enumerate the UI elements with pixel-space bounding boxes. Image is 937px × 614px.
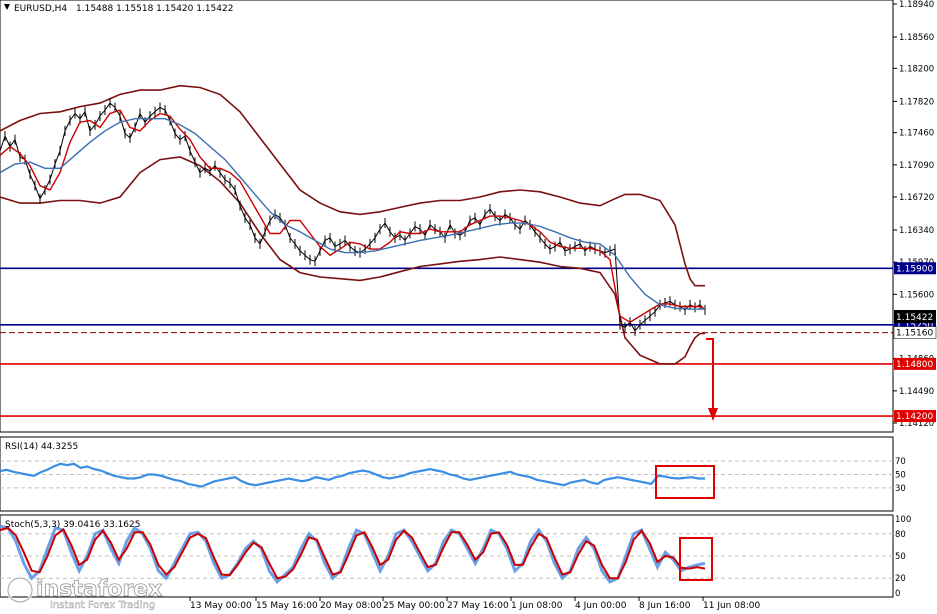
current-price-label: 1.15422 <box>896 313 933 323</box>
time-tick-label: 4 Jun 00:00 <box>575 601 627 611</box>
price-tick-label: 1.16340 <box>899 226 934 236</box>
time-tick-label: 8 Jun 16:00 <box>639 601 691 611</box>
stoch-tick-label: 20 <box>895 574 906 584</box>
price-tick-label: 1.18940 <box>899 0 934 10</box>
price-tick-label: 1.18200 <box>899 64 934 74</box>
time-axis: 13 May 00:00 15 May 16:00 20 May 08:00 25 M… <box>189 597 760 611</box>
time-tick-label: 13 May 00:00 <box>190 601 252 611</box>
ohlc-label: 1.15488 1.15518 1.15420 1.15422 <box>76 4 233 14</box>
main-panel <box>0 0 894 433</box>
level-tags: 1.159001.152501.151601.148001.14200 <box>893 262 937 423</box>
stoch-tick-label: 50 <box>895 552 906 562</box>
price-tick-label: 1.14490 <box>899 387 934 397</box>
time-tick-label: 25 May 00:00 <box>383 601 445 611</box>
level-tag-label: 1.15900 <box>896 264 933 274</box>
chart-root: 1.18940 1.18560 1.18200 1.17820 1.17460 1.170… <box>0 0 937 611</box>
stoch-tick-label: 100 <box>895 515 911 525</box>
price-tick-label: 1.17090 <box>899 161 934 171</box>
logo-brand: instaforex <box>36 577 162 602</box>
logo-tagline: Instant Forex Trading <box>50 600 155 611</box>
rsi-tick-label: 30 <box>895 484 906 494</box>
stoch-tick-label: 0 <box>895 589 900 599</box>
price-tick-label: 1.17460 <box>899 129 934 139</box>
time-tick-label: 1 Jun 08:00 <box>511 601 563 611</box>
level-tag-label: 1.15160 <box>896 329 933 339</box>
stoch-label: Stoch(5,3,3) 39.0416 33.1625 <box>5 520 140 530</box>
price-tick-label: 1.15600 <box>899 290 934 300</box>
rsi-tick-label: 70 <box>895 457 906 467</box>
symbol-label: EURUSD,H4 <box>14 4 67 14</box>
time-tick-label: 27 May 16:00 <box>447 601 509 611</box>
stoch-tick-label: 80 <box>895 530 906 540</box>
time-tick-label: 20 May 08:00 <box>320 601 382 611</box>
level-tag-label: 1.14800 <box>896 360 933 370</box>
price-tick-label: 1.18560 <box>899 33 934 43</box>
price-tick-label: 1.16720 <box>899 193 934 203</box>
time-tick-label: 15 May 16:00 <box>256 601 318 611</box>
time-tick-label: 11 Jun 08:00 <box>703 601 760 611</box>
rsi-label: RSI(14) 44.3255 <box>5 442 78 452</box>
level-tag-label: 1.14200 <box>896 412 933 422</box>
rsi-tick-label: 50 <box>895 471 906 481</box>
price-tick-label: 1.17820 <box>899 97 934 107</box>
